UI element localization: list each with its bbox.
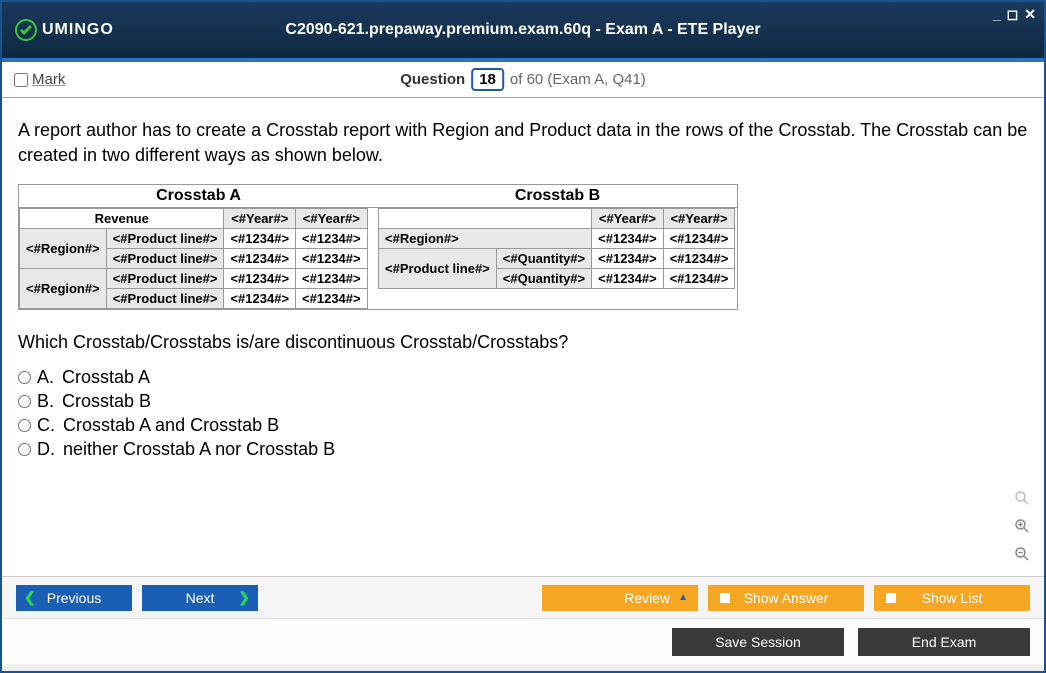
footer-session: Save Session End Exam [2, 618, 1044, 664]
window-controls: _ ◻ ✕ [993, 6, 1036, 23]
cell: <#Year#> [224, 209, 296, 229]
crosstab-b: <#Year#> <#Year#> <#Region#> <#1234#> <#… [378, 208, 735, 289]
option-a[interactable]: A. Crosstab A [18, 367, 1028, 388]
option-c[interactable]: C. Crosstab A and Crosstab B [18, 415, 1028, 436]
cell: <#Region#> [20, 229, 107, 269]
logo-text: UMINGO [42, 21, 114, 39]
app-title: C2090-621.prepaway.premium.exam.60q - Ex… [285, 21, 760, 39]
option-text: Crosstab B [62, 391, 151, 412]
question-number-input[interactable]: 18 [471, 68, 504, 91]
question-label: Question [400, 71, 465, 88]
cell: <#1234#> [224, 269, 296, 289]
crosstab-b-block: Crosstab B <#Year#> <#Year#> <#Region#> … [378, 185, 737, 309]
cell: <#1234#> [224, 289, 296, 309]
cell: <#1234#> [663, 249, 735, 269]
cell: <#1234#> [224, 229, 296, 249]
show-list-label: Show List [922, 590, 983, 606]
cell: <#Product line#> [106, 269, 224, 289]
crosstab-a: Revenue <#Year#> <#Year#> <#Region#> <#P… [19, 208, 368, 309]
save-session-button[interactable]: Save Session [672, 628, 844, 656]
crosstab-a-block: Crosstab A Revenue <#Year#> <#Year#> <#R… [19, 185, 378, 309]
option-letter: C. [37, 415, 55, 436]
stop-icon [886, 593, 896, 603]
zoom-out-icon[interactable] [1010, 542, 1034, 566]
show-list-button[interactable]: Show List [874, 585, 1030, 611]
cell: <#Region#> [379, 229, 592, 249]
content-area: A report author has to create a Crosstab… [2, 98, 1044, 576]
cell: <#Product line#> [106, 229, 224, 249]
mark-checkbox-container: Mark [14, 71, 65, 88]
zoom-controls [1010, 486, 1034, 566]
sub-question: Which Crosstab/Crosstabs is/are disconti… [18, 332, 1028, 353]
cell [379, 209, 592, 229]
cell: <#1234#> [663, 269, 735, 289]
option-a-radio[interactable] [18, 371, 31, 384]
question-of-text: of 60 (Exam A, Q41) [510, 71, 646, 88]
triangle-up-icon: ▲ [678, 592, 688, 603]
option-d-radio[interactable] [18, 443, 31, 456]
cell: <#Quantity#> [496, 269, 591, 289]
option-b[interactable]: B. Crosstab B [18, 391, 1028, 412]
minimize-icon[interactable]: _ [993, 6, 1001, 23]
question-bar: Mark Question 18 of 60 (Exam A, Q41) [2, 62, 1044, 98]
titlebar: UMINGO C2090-621.prepaway.premium.exam.6… [2, 2, 1044, 62]
review-label: Review [624, 590, 670, 606]
option-d[interactable]: D. neither Crosstab A nor Crosstab B [18, 439, 1028, 460]
mark-label[interactable]: Mark [32, 71, 65, 88]
stop-icon [720, 593, 730, 603]
crosstab-b-title: Crosstab B [378, 185, 737, 208]
cell: <#1234#> [592, 249, 664, 269]
option-c-radio[interactable] [18, 419, 31, 432]
cell: <#1234#> [296, 249, 368, 269]
cell: <#Product line#> [106, 249, 224, 269]
cell: <#1234#> [296, 289, 368, 309]
previous-label: Previous [47, 590, 101, 606]
cell: <#Year#> [296, 209, 368, 229]
option-letter: B. [37, 391, 54, 412]
crosstab-container: Crosstab A Revenue <#Year#> <#Year#> <#R… [18, 184, 738, 310]
option-letter: D. [37, 439, 55, 460]
question-info: Question 18 of 60 (Exam A, Q41) [400, 68, 646, 91]
cell: <#Year#> [663, 209, 735, 229]
end-exam-button[interactable]: End Exam [858, 628, 1030, 656]
next-label: Next [186, 590, 215, 606]
cell: <#1234#> [592, 269, 664, 289]
cell: <#1234#> [592, 229, 664, 249]
next-button[interactable]: Next❯ [142, 585, 258, 611]
option-b-radio[interactable] [18, 395, 31, 408]
cell: <#1234#> [663, 229, 735, 249]
question-stem: A report author has to create a Crosstab… [18, 118, 1028, 168]
cell: <#1234#> [224, 249, 296, 269]
option-text: Crosstab A and Crosstab B [63, 415, 279, 436]
close-icon[interactable]: ✕ [1024, 6, 1036, 23]
cell: <#Product line#> [106, 289, 224, 309]
logo-check-icon [14, 18, 38, 42]
show-answer-label: Show Answer [744, 590, 829, 606]
search-icon[interactable] [1010, 486, 1034, 510]
show-answer-button[interactable]: Show Answer [708, 585, 864, 611]
cell: <#1234#> [296, 269, 368, 289]
crosstab-a-title: Crosstab A [19, 185, 378, 208]
footer-nav: ❮Previous Next❯ Review ▲ Show Answer Show… [2, 576, 1044, 618]
logo: UMINGO [14, 18, 114, 42]
mark-checkbox[interactable] [14, 73, 28, 87]
cell: <#Region#> [20, 269, 107, 309]
review-button[interactable]: Review ▲ [542, 585, 698, 611]
cell: <#1234#> [296, 229, 368, 249]
zoom-in-icon[interactable] [1010, 514, 1034, 538]
cell: <#Product line#> [379, 249, 497, 289]
maximize-icon[interactable]: ◻ [1007, 6, 1019, 23]
previous-button[interactable]: ❮Previous [16, 585, 132, 611]
cell: <#Quantity#> [496, 249, 591, 269]
option-text: neither Crosstab A nor Crosstab B [63, 439, 335, 460]
options-list: A. Crosstab A B. Crosstab B C. Crosstab A a… [18, 367, 1028, 460]
option-letter: A. [37, 367, 54, 388]
cell: <#Year#> [592, 209, 664, 229]
option-text: Crosstab A [62, 367, 150, 388]
cell: Revenue [20, 209, 224, 229]
